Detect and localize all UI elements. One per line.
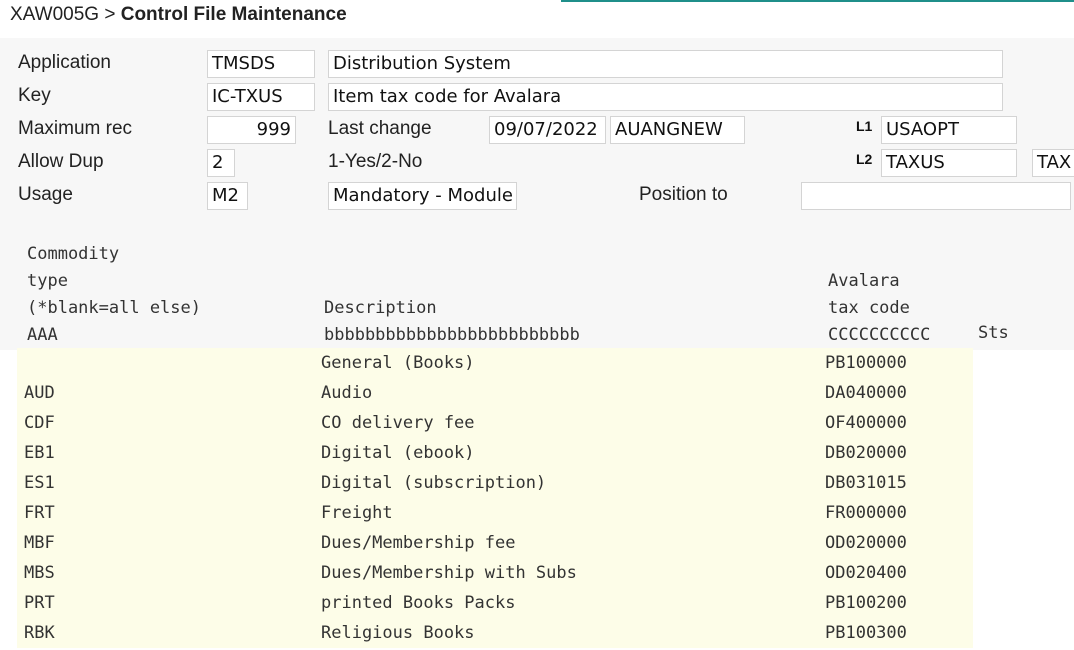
usage-field[interactable]: M2 xyxy=(207,182,248,210)
col-type-header-3: (*blank=all else) xyxy=(27,298,201,318)
row-description: Religious Books xyxy=(321,623,475,643)
table-row[interactable]: PRT printed Books Packs PB100200 xyxy=(17,588,973,618)
row-description: Freight xyxy=(321,503,393,523)
key-desc-field[interactable]: Item tax code for Avalara xyxy=(328,83,1003,111)
col-type-header-1: Commodity xyxy=(27,244,120,264)
allow-dup-field[interactable]: 2 xyxy=(207,149,235,177)
tax-code-table: General (Books) PB100000 AUD Audio DA040… xyxy=(17,348,973,648)
table-row[interactable]: General (Books) PB100000 xyxy=(17,348,973,378)
row-description: Dues/Membership with Subs xyxy=(321,563,577,583)
breadcrumb-separator: > xyxy=(104,4,116,25)
allow-dup-hint: 1-Yes/2-No xyxy=(328,151,423,172)
l2-extra-field[interactable]: TAX xyxy=(1032,149,1074,177)
key-label: Key xyxy=(18,85,51,106)
row-tax-code: FR000000 xyxy=(825,503,907,523)
row-type: ES1 xyxy=(24,473,55,493)
page-title: Control File Maintenance xyxy=(120,4,347,25)
row-type: MBS xyxy=(24,563,55,583)
col-taxcode-header-2: Avalara xyxy=(828,271,900,291)
last-change-label: Last change xyxy=(328,118,432,139)
row-tax-code: DB031015 xyxy=(825,473,907,493)
row-description: CO delivery fee xyxy=(321,413,475,433)
row-tax-code: OF400000 xyxy=(825,413,907,433)
breadcrumb: XAW005G > Control File Maintenance xyxy=(10,4,347,26)
application-code-field[interactable]: TMSDS xyxy=(207,50,315,78)
col-taxcode-header-4: CCCCCCCCCC xyxy=(828,325,931,345)
row-tax-code: OD020000 xyxy=(825,533,907,553)
col-type-header-4: AAA xyxy=(27,325,58,345)
allow-dup-label: Allow Dup xyxy=(18,151,104,172)
position-to-label: Position to xyxy=(639,184,728,205)
row-type: MBF xyxy=(24,533,55,553)
position-to-input[interactable] xyxy=(801,182,1071,210)
col-taxcode-header-3: tax code xyxy=(828,298,910,318)
table-row[interactable]: FRT Freight FR000000 xyxy=(17,498,973,528)
max-rec-label: Maximum rec xyxy=(18,118,133,139)
l1-field[interactable]: USAOPT xyxy=(881,116,1017,144)
row-tax-code: DB020000 xyxy=(825,443,907,463)
table-row[interactable]: CDF CO delivery fee OF400000 xyxy=(17,408,973,438)
application-desc-field: Distribution System xyxy=(328,50,1003,78)
row-type: RBK xyxy=(24,623,55,643)
usage-desc-field: Mandatory - Module xyxy=(328,182,517,210)
col-type-header-2: type xyxy=(27,271,68,291)
table-row[interactable]: EB1 Digital (ebook) DB020000 xyxy=(17,438,973,468)
row-tax-code: PB100000 xyxy=(825,353,907,373)
row-tax-code: OD020400 xyxy=(825,563,907,583)
table-row[interactable]: MBF Dues/Membership fee OD020000 xyxy=(17,528,973,558)
table-row[interactable]: ES1 Digital (subscription) DB031015 xyxy=(17,468,973,498)
last-change-user-field: AUANGNEW xyxy=(610,116,745,144)
col-desc-header-4: bbbbbbbbbbbbbbbbbbbbbbbbb xyxy=(324,325,580,345)
usage-label: Usage xyxy=(18,184,73,205)
l2-label: L2 xyxy=(856,151,873,167)
application-label: Application xyxy=(18,52,111,73)
row-description: Audio xyxy=(321,383,373,403)
row-description: Digital (ebook) xyxy=(321,443,475,463)
table-row[interactable]: AUD Audio DA040000 xyxy=(17,378,973,408)
row-type: AUD xyxy=(24,383,55,403)
row-tax-code: PB100300 xyxy=(825,623,907,643)
breadcrumb-program[interactable]: XAW005G xyxy=(10,4,99,25)
max-rec-field[interactable]: 999 xyxy=(207,116,296,144)
row-description: Dues/Membership fee xyxy=(321,533,516,553)
row-description: printed Books Packs xyxy=(321,593,516,613)
key-field[interactable]: IC-TXUS xyxy=(207,83,315,111)
col-status-header: Sts xyxy=(978,323,1009,343)
row-type: EB1 xyxy=(24,443,55,463)
table-row[interactable]: MBS Dues/Membership with Subs OD020400 xyxy=(17,558,973,588)
row-description: Digital (subscription) xyxy=(321,473,547,493)
table-row[interactable]: RBK Religious Books PB100300 xyxy=(17,618,973,648)
last-change-date-field: 09/07/2022 xyxy=(489,116,606,144)
row-tax-code: PB100200 xyxy=(825,593,907,613)
row-type: PRT xyxy=(24,593,55,613)
l2-field[interactable]: TAXUS xyxy=(881,149,1017,177)
row-tax-code: DA040000 xyxy=(825,383,907,403)
col-desc-header-3: Description xyxy=(324,298,437,318)
l1-label: L1 xyxy=(856,118,873,134)
row-description: General (Books) xyxy=(321,353,475,373)
row-type: CDF xyxy=(24,413,55,433)
header-accent-line xyxy=(561,0,1074,2)
row-type: FRT xyxy=(24,503,55,523)
